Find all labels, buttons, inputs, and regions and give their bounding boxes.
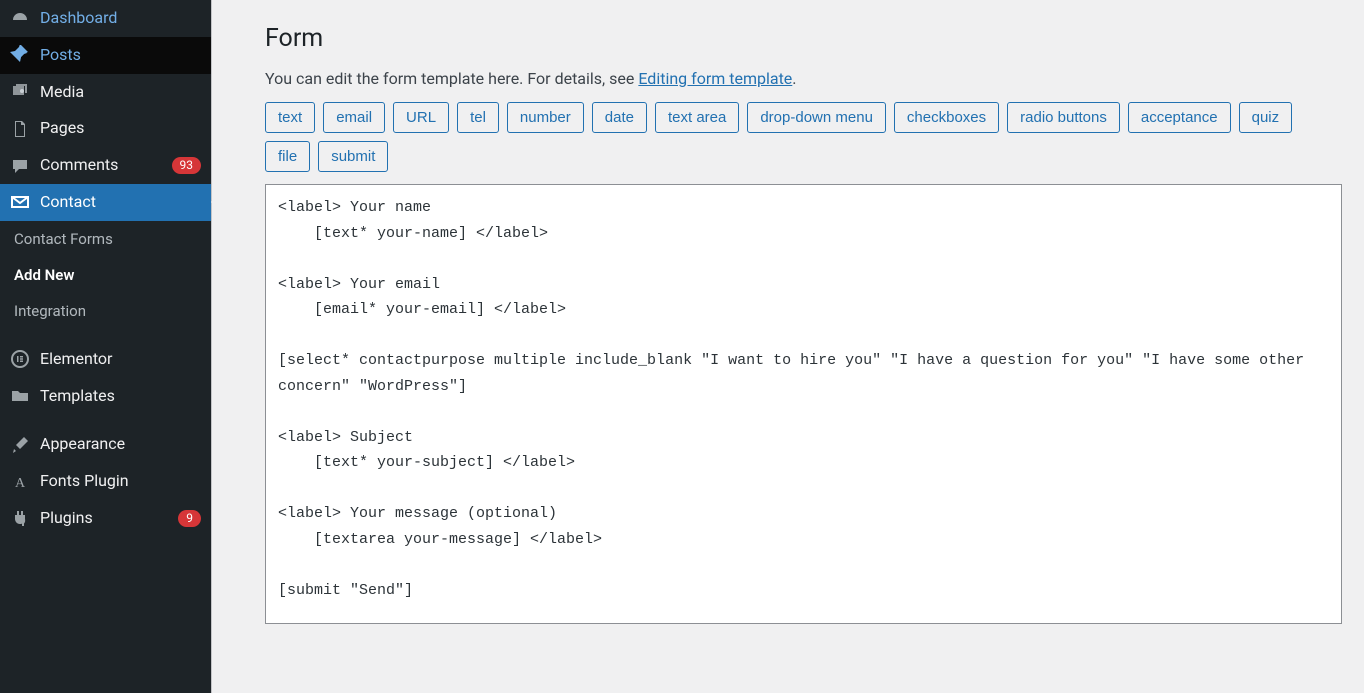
sidebar-item-appearance[interactable]: Appearance: [0, 426, 211, 463]
sidebar-label: Dashboard: [40, 8, 201, 29]
gauge-icon: [10, 8, 30, 28]
submenu-integration[interactable]: Integration: [0, 293, 211, 329]
tag-button-checkboxes[interactable]: checkboxes: [894, 102, 999, 133]
form-template-editor[interactable]: [265, 184, 1342, 624]
panel-description: You can edit the form template here. For…: [265, 69, 1342, 88]
brush-icon: [10, 435, 30, 455]
sidebar-item-pages[interactable]: Pages: [0, 110, 211, 147]
letter-a-icon: A: [10, 472, 30, 492]
sidebar-item-dashboard[interactable]: Dashboard: [0, 0, 211, 37]
submenu-contact-forms[interactable]: Contact Forms: [0, 221, 211, 257]
sidebar-label: Contact: [40, 192, 201, 213]
tag-button-quiz[interactable]: quiz: [1239, 102, 1293, 133]
sidebar-item-contact[interactable]: Contact: [0, 184, 211, 221]
tag-button-drop-down-menu[interactable]: drop-down menu: [747, 102, 886, 133]
sidebar-label: Media: [40, 82, 201, 103]
folder-icon: [10, 386, 30, 406]
sidebar-item-plugins[interactable]: Plugins 9: [0, 500, 211, 537]
sidebar-label: Pages: [40, 118, 201, 139]
sidebar-gap: [0, 414, 211, 426]
editing-template-link[interactable]: Editing form template: [638, 69, 792, 88]
panel-heading: Form: [265, 24, 1342, 53]
tag-button-acceptance[interactable]: acceptance: [1128, 102, 1231, 133]
sidebar-item-elementor[interactable]: Elementor: [0, 341, 211, 378]
sidebar-item-media[interactable]: Media: [0, 74, 211, 111]
pages-icon: [10, 119, 30, 139]
tag-button-number[interactable]: number: [507, 102, 584, 133]
sidebar-label: Fonts Plugin: [40, 471, 201, 492]
sidebar-label: Templates: [40, 386, 201, 407]
tag-button-tel[interactable]: tel: [457, 102, 499, 133]
panel-form: Form You can edit the form template here…: [237, 0, 1364, 628]
count-badge: 9: [178, 510, 201, 528]
sidebar-label: Plugins: [40, 508, 174, 529]
sidebar-label: Appearance: [40, 434, 201, 455]
main-content: Form You can edit the form template here…: [211, 0, 1364, 693]
count-badge: 93: [172, 157, 202, 175]
sidebar-item-posts[interactable]: Posts: [0, 37, 211, 74]
plug-icon: [10, 508, 30, 528]
sidebar-item-templates[interactable]: Templates: [0, 378, 211, 415]
submenu-add-new[interactable]: Add New: [0, 257, 211, 293]
media-icon: [10, 82, 30, 102]
desc-text: You can edit the form template here. For…: [265, 69, 638, 88]
mail-icon: [10, 192, 30, 212]
tag-generator-row: text email URL tel number date text area drop-d…: [265, 102, 1342, 172]
tag-button-text-area[interactable]: text area: [655, 102, 739, 133]
sidebar-label: Elementor: [40, 349, 201, 370]
sidebar-gap: [0, 329, 211, 341]
tag-button-email[interactable]: email: [323, 102, 385, 133]
app-root: Dashboard Posts Media Pages Comments 93 …: [0, 0, 1364, 693]
desc-suffix: .: [792, 69, 796, 88]
admin-sidebar: Dashboard Posts Media Pages Comments 93 …: [0, 0, 211, 693]
sidebar-item-fonts-plugin[interactable]: A Fonts Plugin: [0, 463, 211, 500]
tag-button-text[interactable]: text: [265, 102, 315, 133]
tag-button-submit[interactable]: submit: [318, 141, 388, 172]
pin-icon: [10, 45, 30, 65]
sidebar-label: Comments: [40, 155, 168, 176]
tag-button-URL[interactable]: URL: [393, 102, 449, 133]
svg-text:A: A: [15, 476, 26, 491]
sidebar-item-comments[interactable]: Comments 93: [0, 147, 211, 184]
tag-button-file[interactable]: file: [265, 141, 310, 172]
tag-button-date[interactable]: date: [592, 102, 647, 133]
circle-e-icon: [10, 349, 30, 369]
sidebar-label: Posts: [40, 45, 201, 66]
comment-icon: [10, 156, 30, 176]
tag-button-radio-buttons[interactable]: radio buttons: [1007, 102, 1120, 133]
